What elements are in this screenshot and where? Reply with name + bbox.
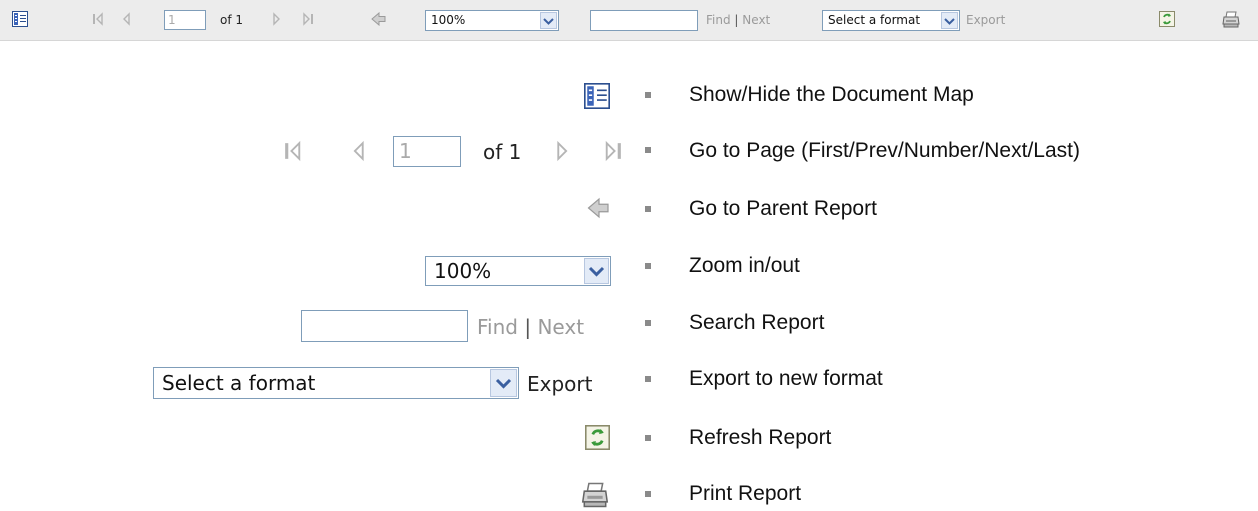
parent-report-icon	[587, 197, 609, 219]
legend-label-export: Export to new format	[689, 367, 883, 390]
page-count-label: of 1	[220, 13, 244, 27]
find-next-separator: |	[734, 13, 739, 27]
next-page-button[interactable]	[272, 12, 282, 26]
legend-export-format-value: Select a format	[162, 371, 316, 395]
search-input[interactable]	[590, 10, 698, 31]
bullet	[645, 147, 651, 153]
legend-last-page-button[interactable]	[603, 140, 623, 162]
legend-export-link[interactable]: Export	[527, 370, 592, 398]
print-icon	[581, 482, 609, 508]
parent-report-button[interactable]	[371, 12, 387, 26]
legend-label-zoom: Zoom in/out	[689, 254, 800, 277]
document-map-icon	[12, 11, 28, 27]
document-map-button[interactable]	[12, 11, 28, 27]
next-link[interactable]: Next	[742, 13, 770, 27]
bullet	[645, 435, 651, 441]
legend-next-link[interactable]: Next	[537, 315, 584, 339]
legend-parent-report-button[interactable]	[587, 197, 611, 219]
legend-previous-page-button[interactable]	[350, 140, 366, 162]
legend-label-parent-report: Go to Parent Report	[689, 197, 877, 220]
legend-label-refresh: Refresh Report	[689, 426, 832, 449]
legend-find-link[interactable]: Find	[477, 315, 518, 339]
print-button[interactable]	[1222, 11, 1240, 28]
legend-label-go-to-page: Go to Page (First/Prev/Number/Next/Last)	[689, 139, 1080, 162]
document-map-icon	[584, 83, 610, 109]
first-page-icon	[93, 12, 103, 26]
find-link[interactable]: Find	[706, 13, 731, 27]
previous-page-icon	[123, 12, 130, 26]
legend-first-page-button[interactable]	[283, 140, 303, 162]
bullet	[645, 206, 651, 212]
legend-zoom-select[interactable]: 100%	[425, 256, 611, 286]
search-links: Find | Next	[706, 10, 770, 30]
zoom-select[interactable]: 100%	[425, 10, 559, 31]
last-page-icon	[303, 12, 313, 26]
legend-refresh-button[interactable]	[585, 425, 610, 450]
legend-export-format-select[interactable]: Select a format	[153, 367, 519, 399]
legend-zoom-value: 100%	[434, 259, 492, 283]
legend-find-next-separator: |	[524, 315, 532, 339]
last-page-icon	[605, 140, 621, 162]
chevron-down-icon	[941, 12, 958, 29]
legend-label-print: Print Report	[689, 482, 802, 505]
first-page-icon	[285, 140, 301, 162]
previous-page-icon	[353, 140, 364, 162]
chevron-down-icon	[490, 369, 517, 397]
legend-document-map-button[interactable]	[584, 83, 610, 109]
bullet	[645, 263, 651, 269]
bullet	[645, 92, 651, 98]
previous-page-button[interactable]	[121, 12, 131, 26]
zoom-value: 100%	[431, 13, 466, 27]
bullet	[645, 376, 651, 382]
legend-label-document-map: Show/Hide the Document Map	[689, 83, 974, 106]
legend-print-button[interactable]	[581, 482, 609, 508]
print-icon	[1222, 11, 1240, 28]
next-page-icon	[557, 140, 568, 162]
report-toolbar: 1 of 1 100% Find | Next Select a format	[0, 0, 1258, 41]
first-page-button[interactable]	[92, 12, 104, 26]
page-number-input[interactable]: 1	[164, 10, 206, 30]
chevron-down-icon	[584, 258, 609, 284]
legend-search-links: Find | Next	[477, 313, 584, 341]
next-page-icon	[273, 12, 280, 26]
refresh-button[interactable]	[1159, 11, 1175, 27]
last-page-button[interactable]	[302, 12, 314, 26]
parent-report-icon	[371, 12, 386, 26]
legend-page-count-label: of 1	[483, 140, 522, 164]
export-link[interactable]: Export	[966, 10, 1005, 30]
bullet	[645, 491, 651, 497]
legend-search-input[interactable]	[301, 310, 468, 342]
bullet	[645, 320, 651, 326]
refresh-icon	[1159, 11, 1175, 27]
export-format-select[interactable]: Select a format	[822, 10, 960, 31]
legend-next-page-button[interactable]	[555, 140, 571, 162]
refresh-icon	[585, 425, 610, 450]
export-format-value: Select a format	[828, 13, 921, 27]
legend-page-number-input[interactable]: 1	[393, 136, 461, 167]
chevron-down-icon	[540, 12, 557, 29]
legend-label-search: Search Report	[689, 311, 825, 334]
